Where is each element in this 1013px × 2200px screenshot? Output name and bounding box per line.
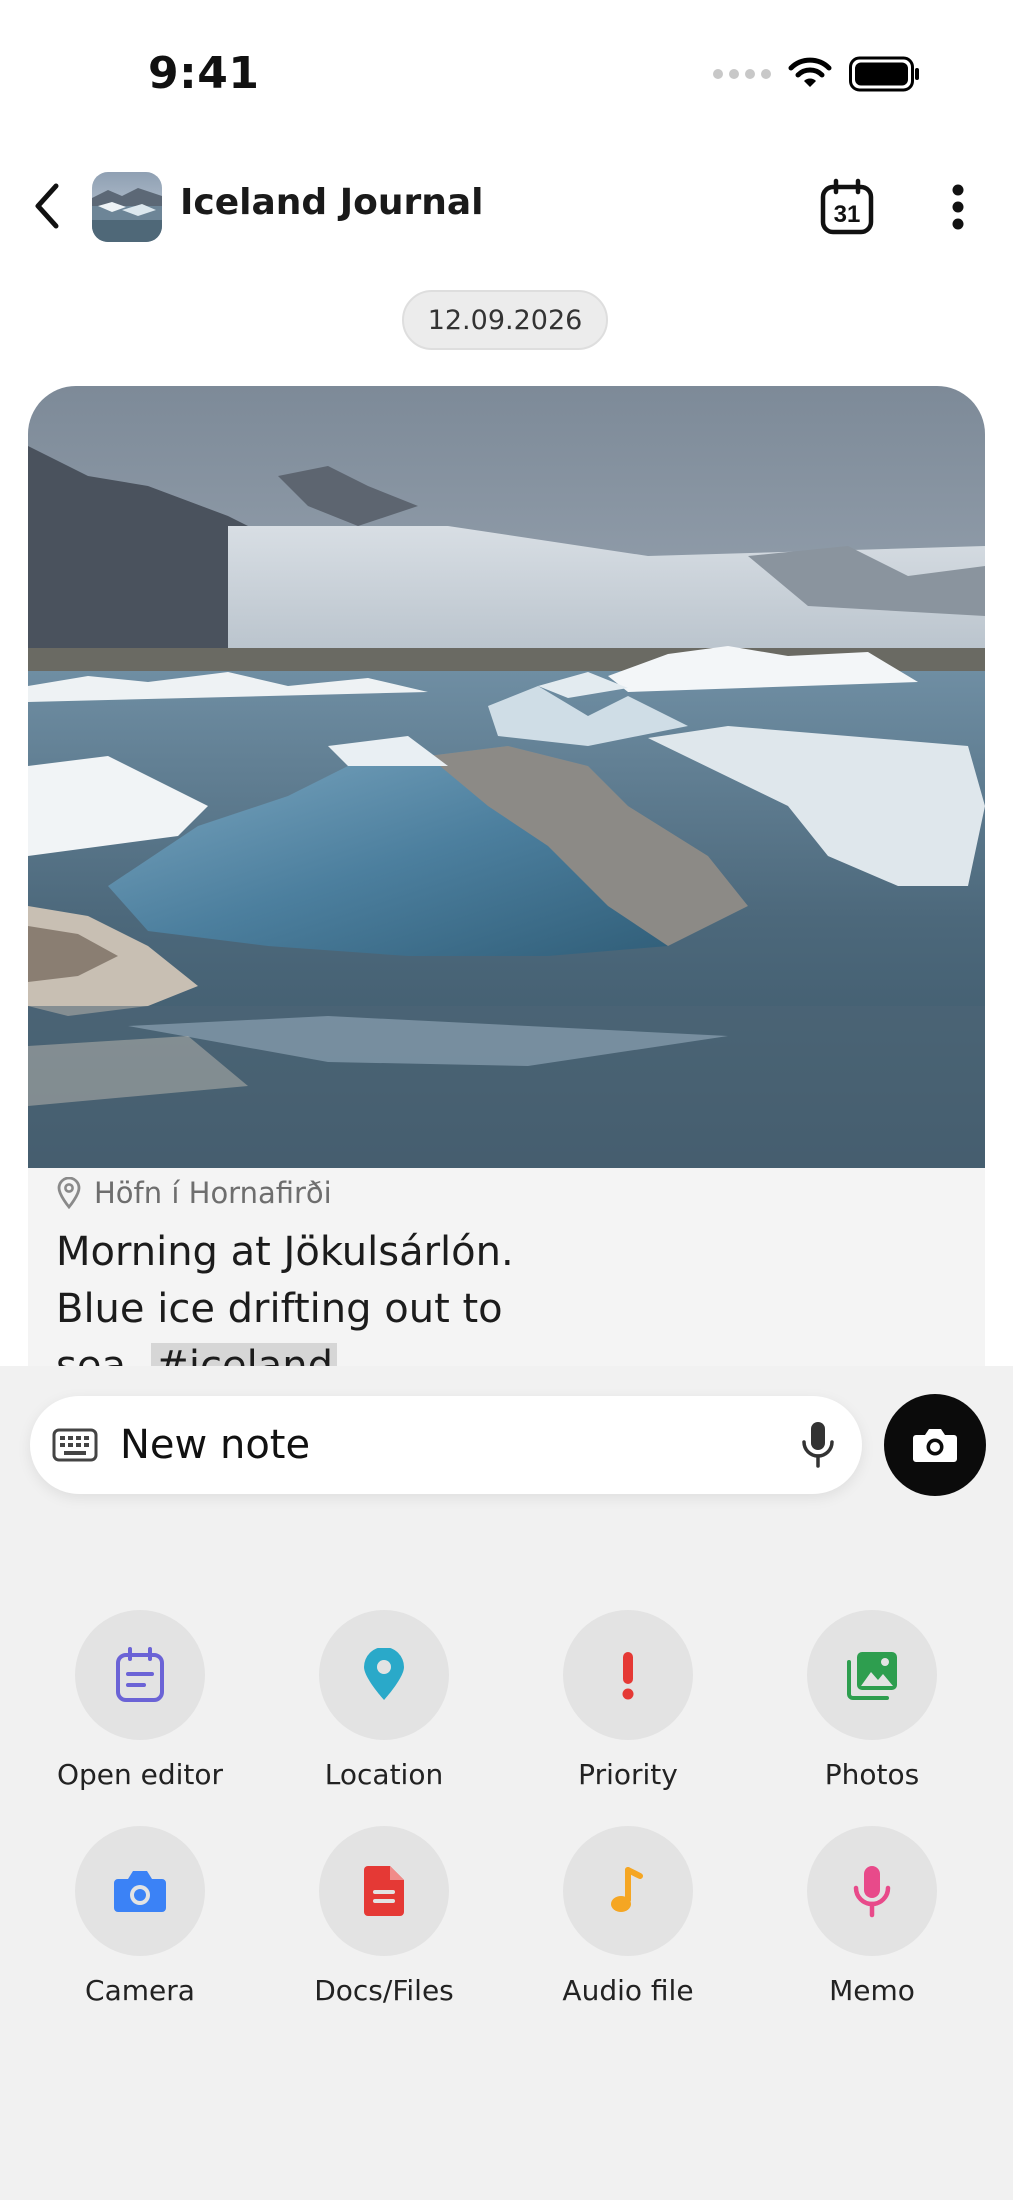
- note-line: Morning at Jökulsárlón.: [56, 1229, 514, 1275]
- status-icons: [713, 56, 921, 92]
- action-docs-files[interactable]: Docs/Files: [284, 1826, 484, 2007]
- battery-icon: [849, 56, 919, 92]
- action-label: Docs/Files: [314, 1974, 454, 2007]
- note-line: Blue ice drifting out to: [56, 1286, 503, 1332]
- microphone-icon[interactable]: [800, 1420, 836, 1470]
- action-circle: [319, 1826, 449, 1956]
- new-note-placeholder[interactable]: New note: [120, 1416, 310, 1474]
- camera-icon: [114, 1871, 166, 1912]
- editor-icon: [116, 1647, 164, 1702]
- chevron-left-icon: [35, 183, 59, 229]
- date-separator: 12.09.2026: [402, 290, 608, 350]
- exclamation-icon: [622, 1652, 634, 1700]
- note-location[interactable]: Höfn í Hornafirði: [56, 1176, 332, 1210]
- document-icon: [364, 1866, 404, 1916]
- action-priority[interactable]: Priority: [528, 1610, 728, 1791]
- keyboard-icon[interactable]: [52, 1428, 98, 1462]
- action-circle: [319, 1610, 449, 1740]
- calendar-icon: 31: [820, 178, 874, 235]
- action-label: Location: [324, 1758, 444, 1791]
- location-label: Höfn í Hornafirði: [94, 1176, 332, 1210]
- calendar-button[interactable]: 31: [818, 178, 876, 236]
- action-location[interactable]: Location: [284, 1610, 484, 1791]
- action-circle: [75, 1826, 205, 1956]
- action-circle: [807, 1610, 937, 1740]
- status-time: 9:41: [148, 48, 260, 99]
- action-circle: [563, 1826, 693, 1956]
- action-audio-file[interactable]: Audio file: [528, 1826, 728, 2007]
- cellular-signal-icon: [713, 69, 771, 79]
- action-label: Camera: [85, 1974, 195, 2007]
- note-text[interactable]: Morning at Jökulsárlón. Blue ice driftin…: [56, 1224, 756, 1386]
- more-vertical-icon: [952, 184, 964, 230]
- location-pin-icon: [364, 1648, 404, 1700]
- camera-button[interactable]: [884, 1394, 986, 1496]
- action-label: Audio file: [562, 1974, 694, 2007]
- action-label: Priority: [578, 1758, 678, 1791]
- microphone-icon: [853, 1866, 891, 1918]
- calendar-day: 31: [834, 201, 861, 228]
- action-circle: [807, 1826, 937, 1956]
- action-circle: [75, 1610, 205, 1740]
- journal-title: Iceland Journal: [180, 182, 484, 223]
- journal-avatar[interactable]: [92, 172, 162, 242]
- action-circle: [563, 1610, 693, 1740]
- camera-icon: [913, 1429, 957, 1462]
- more-options-button[interactable]: [940, 178, 976, 236]
- note-photo[interactable]: [28, 386, 985, 1168]
- music-note-icon: [611, 1867, 643, 1912]
- action-memo[interactable]: Memo: [772, 1826, 972, 2007]
- photos-icon: [847, 1652, 897, 1700]
- note-card[interactable]: Höfn í Hornafirði Morning at Jökulsárlón…: [28, 386, 985, 1386]
- action-label: Memo: [829, 1974, 915, 2007]
- back-button[interactable]: [22, 176, 72, 236]
- action-open-editor[interactable]: Open editor: [40, 1610, 240, 1791]
- wifi-icon: [788, 57, 832, 87]
- action-photos[interactable]: Photos: [772, 1610, 972, 1791]
- action-label: Photos: [824, 1758, 920, 1791]
- location-pin-outline-icon: [57, 1177, 81, 1209]
- action-label: Open editor: [56, 1758, 224, 1791]
- action-camera[interactable]: Camera: [40, 1826, 240, 2007]
